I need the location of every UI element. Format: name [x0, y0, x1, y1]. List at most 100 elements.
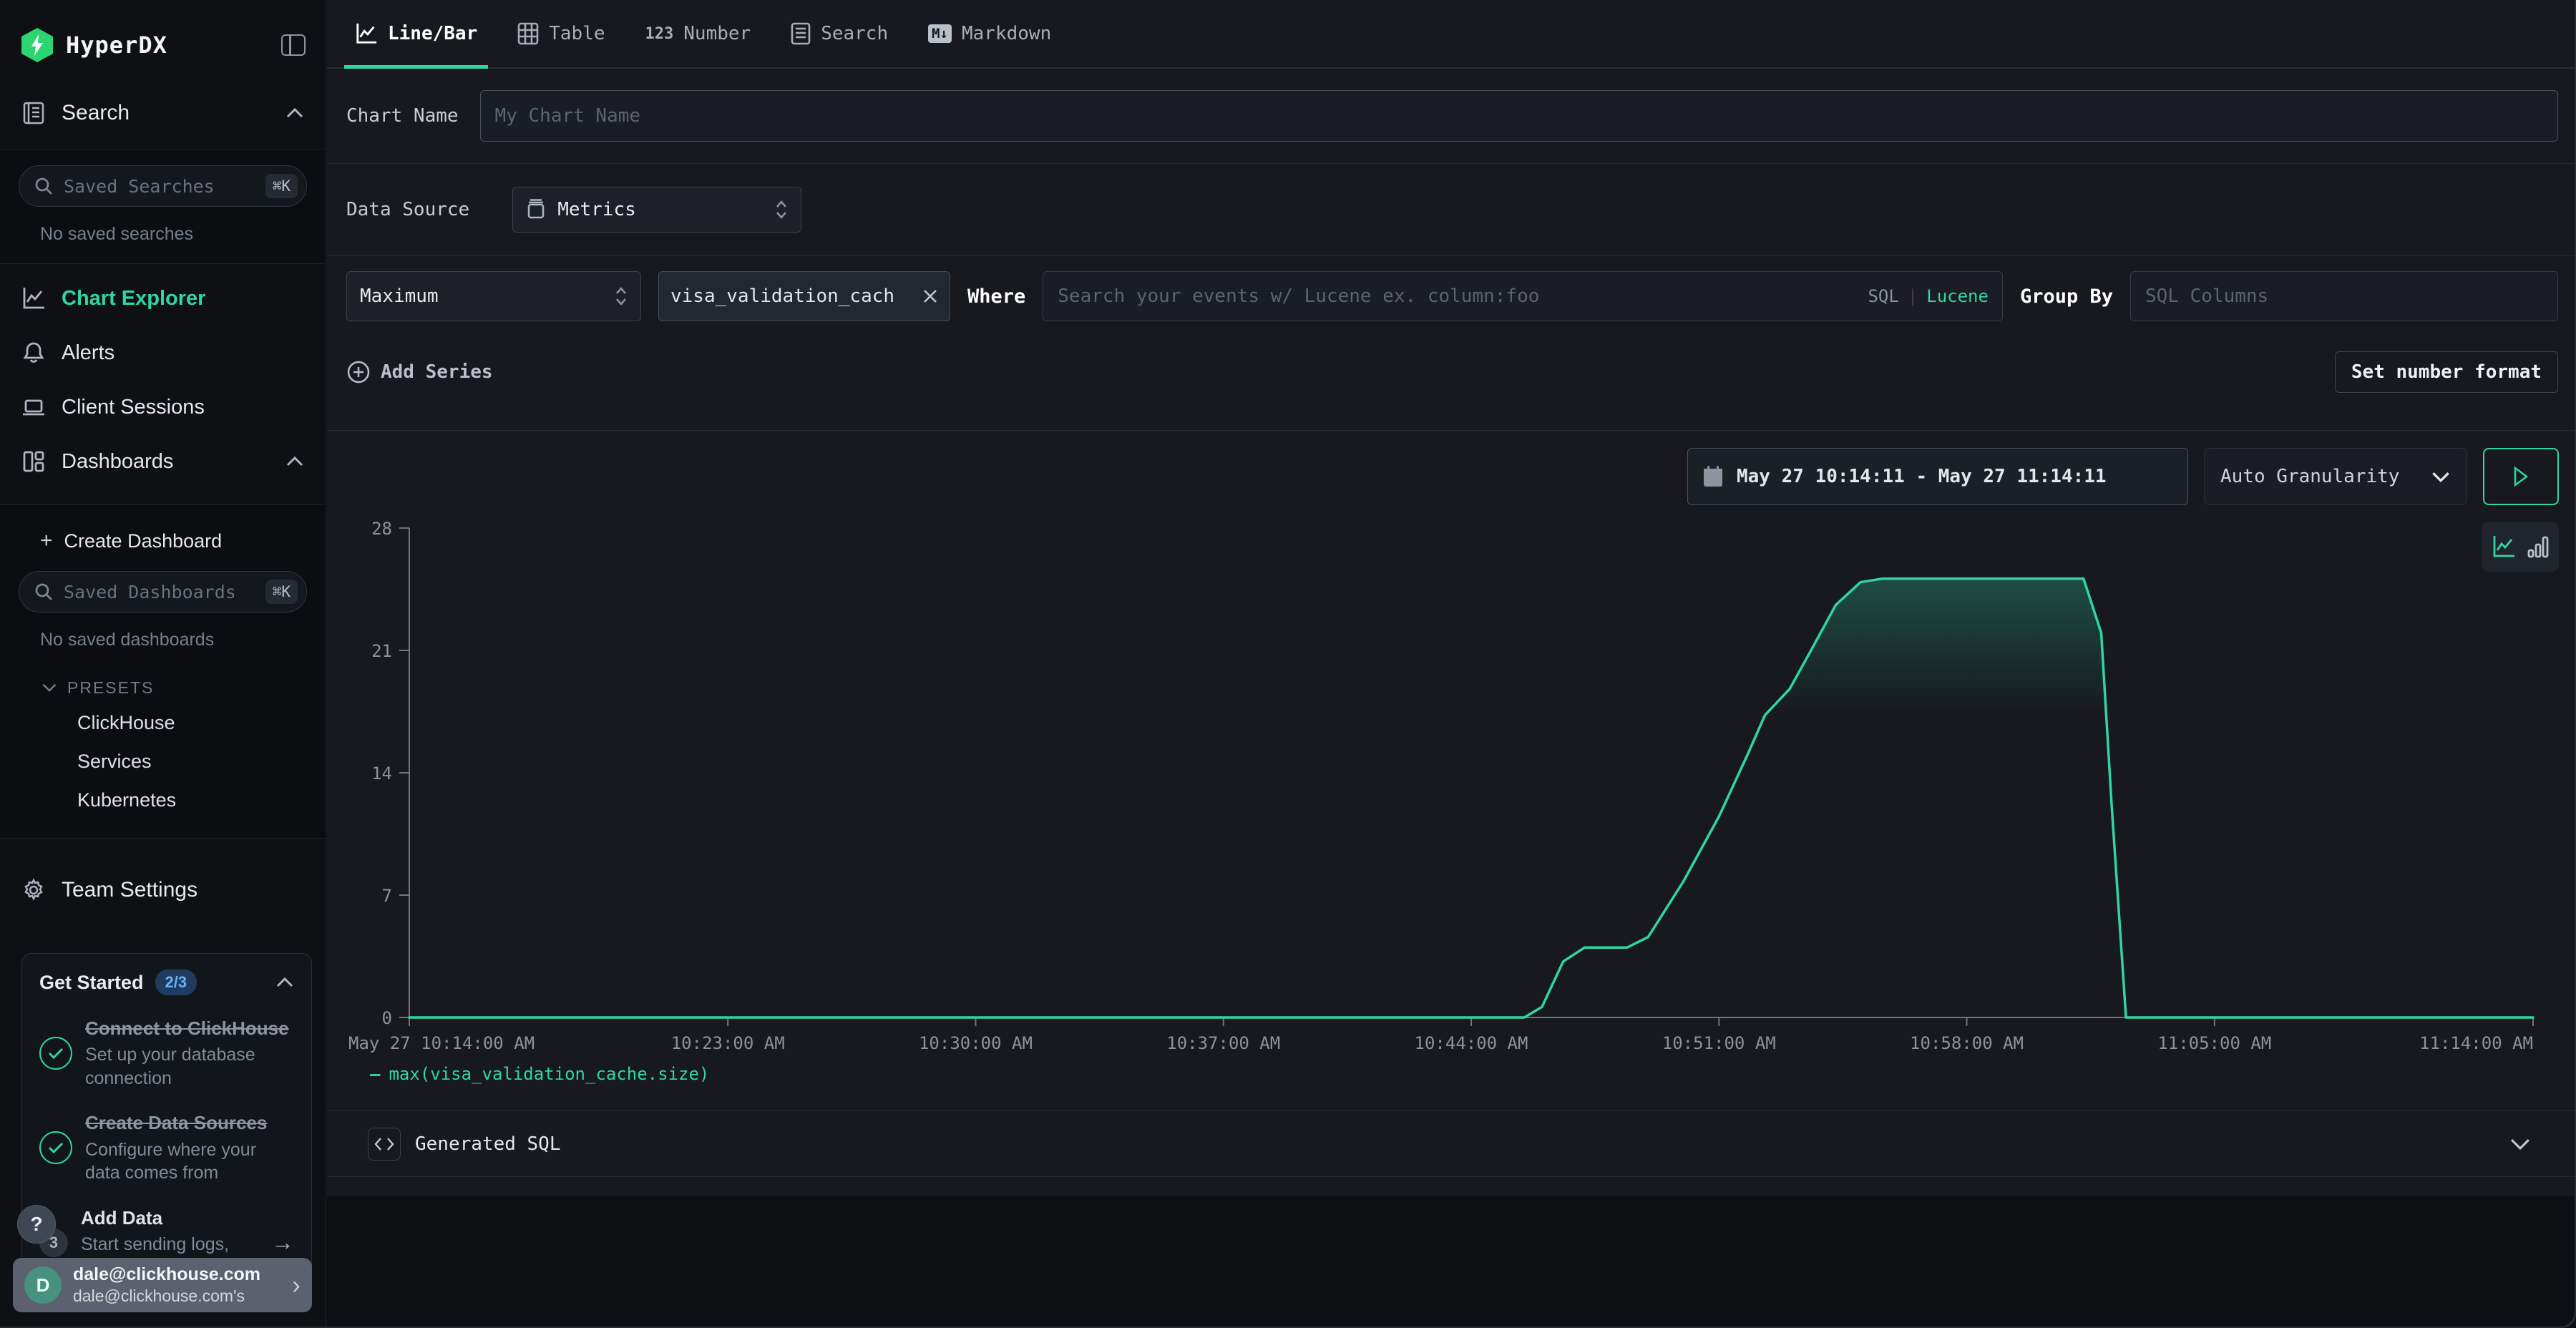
add-series-button[interactable]: Add Series: [346, 360, 493, 384]
step-title: Add Data: [81, 1206, 258, 1230]
tab-search[interactable]: Search: [780, 0, 899, 67]
sidebar-nav: Chart Explorer Alerts Client Sessions Da…: [0, 264, 326, 492]
group-by-label: Group By: [2020, 285, 2113, 308]
generated-sql-label: Generated SQL: [415, 1133, 561, 1155]
svg-text:10:51:00 AM: 10:51:00 AM: [1662, 1033, 1776, 1053]
check-circle-icon: [39, 1037, 72, 1070]
arrow-right-icon: →: [271, 1229, 294, 1256]
where-search-input[interactable]: [1043, 271, 2003, 321]
code-icon: [368, 1128, 401, 1161]
language-separator: |: [1908, 286, 1918, 306]
svg-text:28: 28: [371, 519, 392, 539]
preset-item-services[interactable]: Services: [19, 742, 307, 781]
step-desc: Configure where your data comes from: [85, 1138, 294, 1185]
main-content: Line/Bar Table 123 Number Search M↓ Mark…: [327, 0, 2576, 1328]
sidebar-item-client-sessions[interactable]: Client Sessions: [0, 380, 326, 434]
step-desc: Set up your database connection: [85, 1043, 294, 1090]
data-source-row: Data Source Metrics: [327, 164, 2576, 256]
sidebar-item-dashboards[interactable]: Dashboards: [0, 434, 326, 489]
tab-line-bar[interactable]: Line/Bar: [344, 0, 488, 67]
run-query-button[interactable]: [2483, 448, 2559, 505]
tab-label: Table: [549, 23, 605, 44]
chevron-up-icon[interactable]: [286, 107, 304, 119]
metric-tag-label: visa_validation_cach: [670, 285, 911, 307]
add-series-row: Add Series Set number format: [346, 321, 2558, 430]
team-settings-label: Team Settings: [62, 878, 304, 902]
sidebar-section-search[interactable]: Search: [0, 90, 326, 136]
get-started-title: Get Started: [39, 972, 144, 994]
get-started-step-connect[interactable]: Connect to ClickHouse Set up your databa…: [39, 1017, 294, 1090]
sidebar-item-label: Dashboards: [62, 450, 270, 474]
shortcut-badge: ⌘K: [265, 174, 298, 198]
search-panel: Saved Searches ⌘K No saved searches: [0, 150, 326, 264]
tab-markdown[interactable]: M↓ Markdown: [917, 0, 1062, 67]
chevron-down-icon: [42, 683, 57, 693]
select-chevrons-icon: [775, 199, 788, 220]
help-button[interactable]: ?: [17, 1205, 56, 1244]
svg-text:10:30:00 AM: 10:30:00 AM: [919, 1033, 1033, 1053]
set-number-format-button[interactable]: Set number format: [2335, 351, 2558, 393]
get-started-step-datasources[interactable]: Create Data Sources Configure where your…: [39, 1111, 294, 1184]
svg-text:10:23:00 AM: 10:23:00 AM: [671, 1033, 785, 1053]
search-icon: [34, 582, 54, 602]
svg-text:21: 21: [371, 641, 392, 661]
get-started-header[interactable]: Get Started 2/3: [39, 970, 294, 995]
user-email: dale@clickhouse.com: [73, 1264, 280, 1285]
tab-table[interactable]: Table: [507, 0, 615, 67]
granularity-value: Auto Granularity: [2220, 466, 2419, 487]
chart-name-input[interactable]: [480, 90, 2558, 142]
dashboard-grid-icon: [21, 449, 46, 474]
user-menu[interactable]: D dale@clickhouse.com dale@clickhouse.co…: [13, 1258, 312, 1312]
line-chart-icon: [355, 22, 378, 45]
svg-text:10:58:00 AM: 10:58:00 AM: [1910, 1033, 2024, 1053]
series-row: Maximum visa_validation_cach Where SQL |: [346, 271, 2558, 321]
preset-item-clickhouse[interactable]: ClickHouse: [19, 703, 307, 742]
svg-text:May 27 10:14:00 AM: May 27 10:14:00 AM: [348, 1033, 535, 1053]
tab-label: Line/Bar: [388, 23, 477, 44]
saved-searches-input[interactable]: Saved Searches ⌘K: [19, 165, 307, 207]
granularity-select[interactable]: Auto Granularity: [2204, 448, 2467, 505]
svg-text:0: 0: [382, 1008, 392, 1028]
saved-dashboards-input[interactable]: Saved Dashboards ⌘K: [19, 571, 307, 612]
chevron-down-icon[interactable]: [2509, 1137, 2532, 1151]
chart-toolbar: May 27 10:14:11 - May 27 11:14:11 Auto G…: [1687, 448, 2559, 505]
date-range-picker[interactable]: May 27 10:14:11 - May 27 11:14:11: [1687, 448, 2188, 505]
generated-sql-row[interactable]: Generated SQL: [327, 1111, 2576, 1177]
chevron-up-icon[interactable]: [275, 977, 294, 988]
timeseries-chart[interactable]: 07142128May 27 10:14:00 AM10:23:00 AM10:…: [327, 500, 2574, 1096]
sql-option[interactable]: SQL: [1868, 286, 1898, 306]
no-saved-searches-text: No saved searches: [19, 224, 307, 245]
number-123-icon: 123: [645, 25, 674, 43]
close-icon[interactable]: [922, 288, 938, 304]
tab-number[interactable]: 123 Number: [635, 0, 762, 67]
select-chevrons-icon: [615, 285, 628, 307]
chart-name-label: Chart Name: [346, 105, 459, 127]
check-circle-icon: [39, 1131, 72, 1164]
preset-item-kubernetes[interactable]: Kubernetes: [19, 781, 307, 819]
laptop-icon: [21, 395, 46, 419]
lucene-option[interactable]: Lucene: [1926, 286, 1989, 306]
query-language-toggle[interactable]: SQL | Lucene: [1868, 286, 1989, 306]
svg-text:14: 14: [371, 763, 392, 783]
journal-icon: [21, 101, 46, 125]
create-dashboard-button[interactable]: + Create Dashboard: [19, 521, 307, 561]
sidebar-item-team-settings[interactable]: Team Settings: [0, 867, 326, 913]
svg-text:11:14:00 AM: 11:14:00 AM: [2419, 1033, 2533, 1053]
svg-text:10:44:00 AM: 10:44:00 AM: [1415, 1033, 1528, 1053]
collapse-sidebar-icon[interactable]: [281, 34, 306, 56]
presets-toggle[interactable]: PRESETS: [19, 672, 307, 703]
metric-tag[interactable]: visa_validation_cach: [658, 271, 950, 321]
data-source-select[interactable]: Metrics: [512, 187, 801, 233]
sidebar-item-chart-explorer[interactable]: Chart Explorer: [0, 271, 326, 326]
calendar-icon: [1702, 465, 1724, 488]
sidebar-item-alerts[interactable]: Alerts: [0, 326, 326, 380]
group-by-input[interactable]: [2130, 271, 2558, 321]
bell-icon: [21, 341, 46, 365]
plus-circle-icon: [346, 360, 371, 384]
chart-legend[interactable]: — max(visa_validation_cache.size): [370, 1064, 709, 1084]
database-icon: [526, 199, 546, 220]
aggregation-select[interactable]: Maximum: [346, 271, 641, 321]
play-icon: [2513, 467, 2529, 487]
tab-label: Search: [821, 23, 888, 44]
chevron-up-icon[interactable]: [286, 456, 304, 467]
